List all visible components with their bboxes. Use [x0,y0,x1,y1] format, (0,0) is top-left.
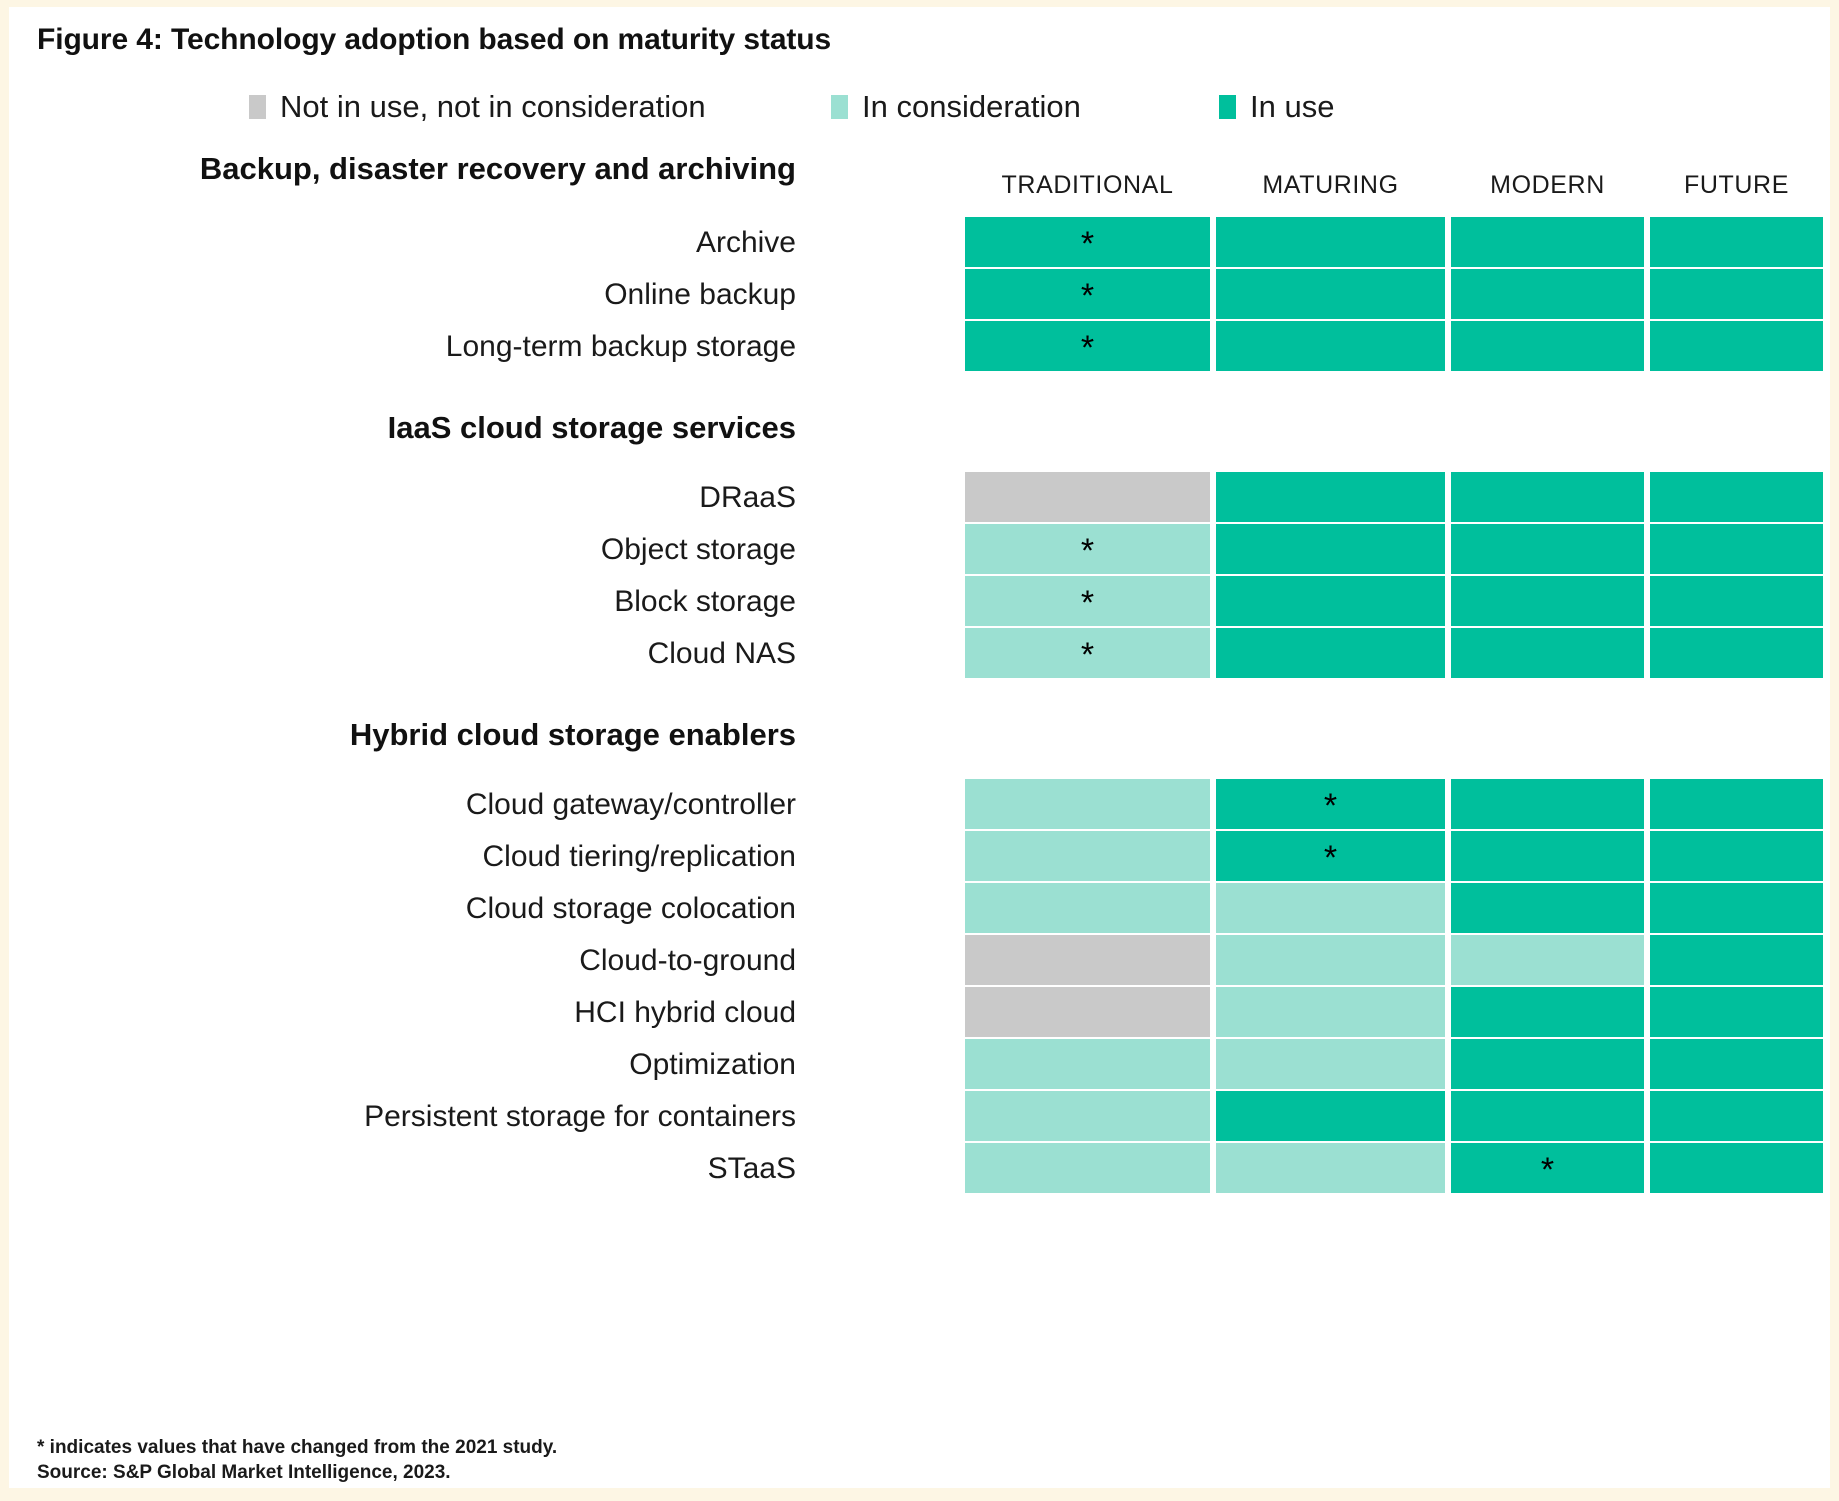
heatmap-cell [1650,883,1823,933]
heatmap-cell [1650,1143,1823,1193]
changed-value-star-icon: * [1323,786,1338,825]
heatmap-grid: Backup, disaster recovery and archiving A… [9,7,1830,1488]
heatmap-cell [1216,1143,1445,1193]
row-label: Cloud tiering/replication [482,840,796,873]
changed-value-star-icon: * [1080,583,1095,622]
heatmap-cell: * [965,321,1210,371]
heatmap-cell [1451,524,1644,574]
changed-value-star-icon: * [1080,328,1095,367]
page-canvas: Figure 4: Technology adoption based on m… [9,7,1830,1488]
heatmap-cell [1216,628,1445,678]
row-label: HCI hybrid cloud [574,996,796,1029]
heatmap-cell [1650,779,1823,829]
heatmap-cell [1216,1039,1445,1089]
heatmap-cell [1451,217,1644,267]
heatmap-cell [1650,472,1823,522]
heatmap-cell: * [1451,1143,1644,1193]
heatmap-cell [965,987,1210,1037]
heatmap-cell [1451,269,1644,319]
heatmap-cell [1650,321,1823,371]
column-header-maturing: MATURING [1262,171,1399,199]
footnote-asterisk-note: * indicates values that have changed fro… [37,1437,558,1458]
heatmap-cell [965,883,1210,933]
heatmap-cell [1216,321,1445,371]
heatmap-cell [965,1039,1210,1089]
heatmap-cell [1650,628,1823,678]
heatmap-cell [1216,1091,1445,1141]
heatmap-cell [1216,269,1445,319]
row-label: STaaS [707,1152,796,1185]
heatmap-cell [965,1143,1210,1193]
changed-value-star-icon: * [1080,276,1095,315]
heatmap-cell [1216,576,1445,626]
section-title: Backup, disaster recovery and archiving [199,151,796,186]
heatmap-cell [1451,628,1644,678]
heatmap-cell [965,472,1210,522]
heatmap-cell [1650,935,1823,985]
section-title: IaaS cloud storage services [387,410,796,445]
heatmap-cell [1451,1039,1644,1089]
column-header-traditional: TRADITIONAL [1001,171,1174,199]
row-label: Long-term backup storage [445,330,796,363]
heatmap-cell [1650,524,1823,574]
heatmap-cell [1451,883,1644,933]
heatmap-cell [1451,472,1644,522]
heatmap-cell [1451,1091,1644,1141]
footnote-source: Source: S&P Global Market Intelligence, … [37,1462,451,1484]
heatmap-cell [1451,935,1644,985]
heatmap-cell [1451,779,1644,829]
heatmap-cell [1216,472,1445,522]
changed-value-star-icon: * [1540,1150,1555,1189]
heatmap-cell [1650,576,1823,626]
heatmap-cell [1451,987,1644,1037]
column-header-future: FUTURE [1684,171,1789,199]
heatmap-cell [1650,217,1823,267]
row-label: Online backup [604,278,796,311]
heatmap-cell [1216,217,1445,267]
figure-content: Figure 4: Technology adoption based on m… [9,7,1830,1488]
row-label: Cloud storage colocation [465,892,796,925]
heatmap-cell: * [1216,831,1445,881]
heatmap-cell [1650,987,1823,1037]
row-label: Optimization [629,1048,796,1081]
column-header-modern: MODERN [1490,171,1605,199]
heatmap-cell [1650,831,1823,881]
heatmap-cell: * [965,576,1210,626]
heatmap-cell: * [965,217,1210,267]
heatmap-cell: * [965,524,1210,574]
heatmap-cell [1451,576,1644,626]
heatmap-cell [1650,1039,1823,1089]
row-label: DRaaS [699,481,796,514]
heatmap-cell [1451,321,1644,371]
heatmap-cell [965,831,1210,881]
section-title: Hybrid cloud storage enablers [349,717,796,752]
heatmap-cell [1451,831,1644,881]
heatmap-cell [1650,1091,1823,1141]
heatmap-cell [1216,524,1445,574]
row-label: Block storage [614,585,796,618]
changed-value-star-icon: * [1080,635,1095,674]
row-label: Cloud-to-ground [579,944,796,977]
heatmap-cell [1216,935,1445,985]
changed-value-star-icon: * [1323,838,1338,877]
row-label: Object storage [600,533,796,566]
heatmap-cell: * [965,628,1210,678]
row-label: Persistent storage for containers [364,1100,796,1133]
heatmap-cell [1650,269,1823,319]
changed-value-star-icon: * [1080,531,1095,570]
changed-value-star-icon: * [1080,224,1095,263]
heatmap-cell [965,935,1210,985]
heatmap-cell: * [965,269,1210,319]
heatmap-cell [965,1091,1210,1141]
heatmap-cell [1216,987,1445,1037]
heatmap-cell [965,779,1210,829]
row-label: Cloud gateway/controller [465,788,796,821]
footnote: * indicates values that have changed fro… [37,1435,557,1485]
row-label: Cloud NAS [647,637,796,670]
row-label: Archive [695,226,796,259]
heatmap-cell [1216,883,1445,933]
heatmap-cell: * [1216,779,1445,829]
